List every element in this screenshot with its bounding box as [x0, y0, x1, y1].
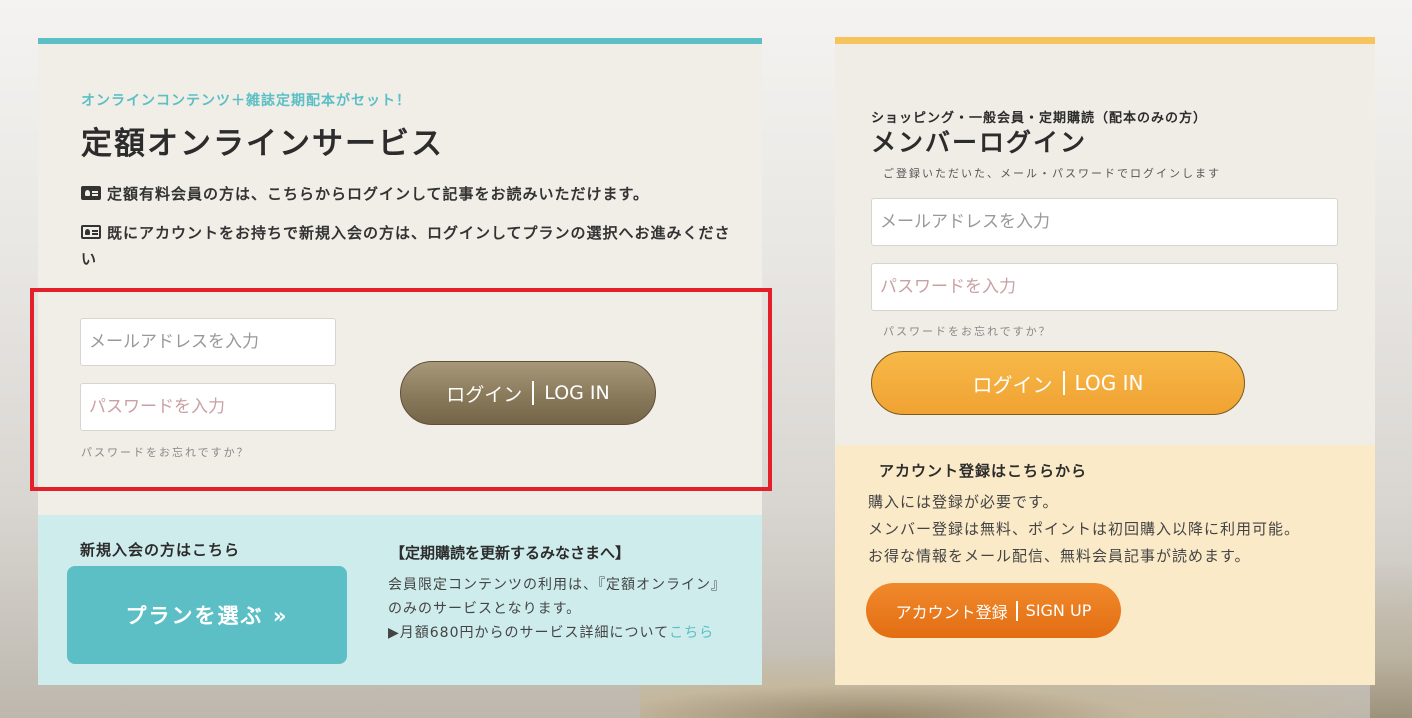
member-login-panel: ショッピング・一般会員・定期購読（配本のみの方） メンバーログイン ご登録いただ… — [835, 37, 1375, 685]
id-card-outline-icon — [81, 225, 101, 239]
signup-button[interactable]: アカウント登録 SIGN UP — [866, 583, 1121, 638]
member-email-input[interactable] — [871, 198, 1338, 246]
subscription-login-panel: オンラインコンテンツ＋雑誌定期配本がセット！ 定額オンラインサービス 定額有料会… — [30, 38, 772, 685]
service-details-link[interactable]: こちら — [669, 625, 714, 641]
new-member-section: 新規入会の方はこちら プランを選ぶ » 【定期購読を更新するみなさまへ】 会員限… — [38, 515, 762, 685]
new-member-title: 新規入会の方はこちら — [80, 541, 241, 559]
account-registration-section: アカウント登録はこちらから 購入には登録が必要です。 メンバー登録は無料、ポイン… — [835, 445, 1375, 685]
login-button-ja-label: ログイン — [446, 383, 523, 406]
member-password-input[interactable] — [871, 263, 1338, 311]
member-forgot-password-link[interactable]: パスワードをお忘れですか？ — [883, 323, 1052, 339]
signup-en-label: SIGN UP — [1025, 601, 1092, 620]
renewal-text: 会員限定コンテンツの利用は、『定額オンライン』のみのサービスとなります。 ▶月額… — [388, 573, 733, 645]
account-line-3: お得な情報をメール配信、無料会員記事が読めます。 — [868, 547, 1251, 565]
account-line-2: メンバー登録は無料、ポイントは初回購入以降に利用可能。 — [868, 520, 1301, 538]
renewal-text-line: 会員限定コンテンツの利用は、『定額オンライン』のみのサービスとなります。 — [388, 577, 726, 617]
subscription-password-input[interactable] — [80, 383, 336, 431]
button-separator — [532, 381, 535, 405]
member-login-button[interactable]: ログイン LOG IN — [871, 351, 1245, 415]
login-button-en-label: LOG IN — [544, 382, 610, 404]
id-card-icon — [81, 186, 101, 200]
subscription-forgot-password-link[interactable]: パスワードをお忘れですか？ — [81, 444, 250, 460]
login-button-en-label: LOG IN — [1074, 371, 1144, 395]
button-separator — [1015, 600, 1018, 621]
button-separator — [1062, 371, 1065, 395]
subscription-login-button[interactable]: ログイン LOG IN — [400, 361, 656, 425]
subscription-login-section: オンラインコンテンツ＋雑誌定期配本がセット！ 定額オンラインサービス 定額有料会… — [30, 38, 772, 515]
account-registration-text: 購入には登録が必要です。 メンバー登録は無料、ポイントは初回購入以降に利用可能。… — [868, 489, 1300, 570]
account-registration-title: アカウント登録はこちらから — [879, 462, 1088, 480]
info-line-2-text: 既にアカウントをお持ちで新規入会の方は、ログインしてプランの選択へお進みください — [81, 224, 731, 268]
member-login-note: ご登録いただいた、メール・パスワードでログインします — [883, 167, 1221, 180]
info-line-1-text: 定額有料会員の方は、こちらからログインして記事をお読みいただけます。 — [107, 185, 650, 203]
subscription-title: 定額オンラインサービス — [81, 126, 444, 162]
login-button-ja-label: ログイン — [972, 372, 1053, 397]
member-login-title: メンバーログイン — [871, 128, 1088, 157]
info-line-subscribers: 定額有料会員の方は、こちらからログインして記事をお読みいただけます。 — [81, 181, 649, 207]
account-line-1: 購入には登録が必要です。 — [868, 493, 1059, 511]
info-line-existing-account: 既にアカウントをお持ちで新規入会の方は、ログインしてプランの選択へお進みください — [81, 220, 741, 272]
member-login-section: ショッピング・一般会員・定期購読（配本のみの方） メンバーログイン ご登録いただ… — [835, 37, 1375, 445]
signup-ja-label: アカウント登録 — [895, 602, 1008, 622]
choose-plan-button[interactable]: プランを選ぶ » — [67, 566, 347, 664]
subscription-subtitle: オンラインコンテンツ＋雑誌定期配本がセット！ — [81, 93, 411, 109]
background-photo-edge — [1370, 560, 1412, 718]
renewal-detail-text: ▶月額680円からのサービス詳細について — [388, 625, 670, 641]
renewal-title: 【定期購読を更新するみなさまへ】 — [390, 544, 631, 562]
subscription-email-input[interactable] — [80, 318, 336, 366]
